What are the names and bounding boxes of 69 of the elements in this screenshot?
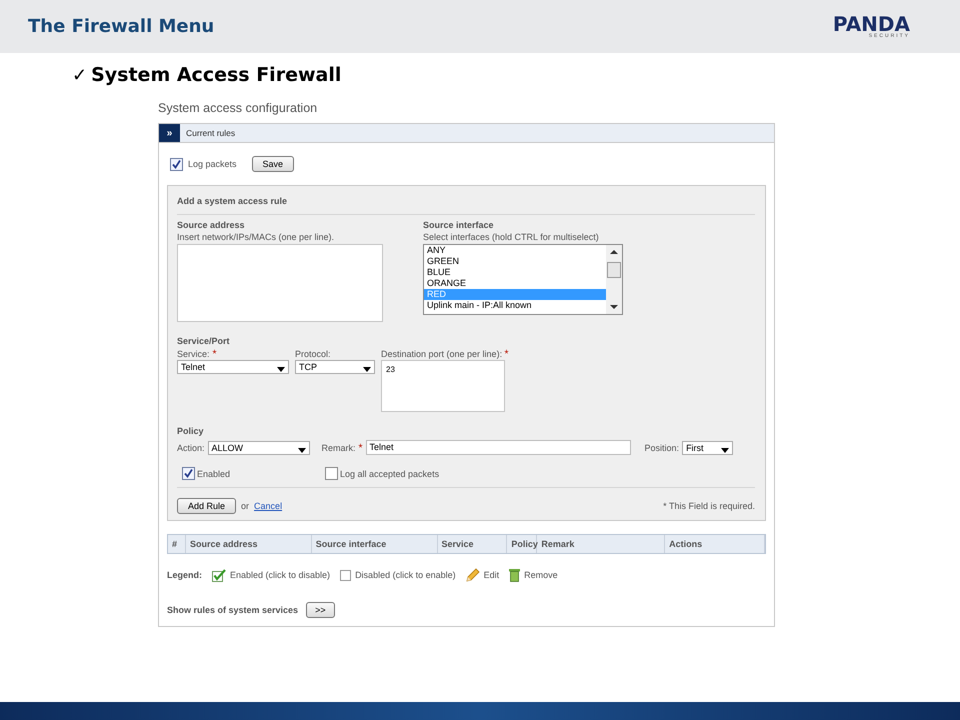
column-header: Service [438, 535, 508, 553]
save-button[interactable]: Save [252, 156, 294, 172]
legend-label: Legend: [167, 570, 202, 580]
checkbox-label: Enabled [197, 468, 230, 478]
scrollbar[interactable] [606, 245, 622, 314]
protocol-select[interactable]: TCP [295, 360, 375, 374]
empty-checkbox-icon [340, 570, 352, 580]
hint-text: Select interfaces (hold CTRL for multiselect) [423, 232, 600, 242]
caret-icon [363, 367, 371, 372]
list-option[interactable]: GREEN [424, 256, 606, 267]
required-note: * This Field is required. [663, 501, 755, 511]
trash-icon [509, 568, 520, 582]
checkbox-label: Log packets [188, 159, 237, 169]
section-heading: Policy [177, 426, 205, 436]
section-heading: Service/Port [177, 336, 231, 346]
section-heading: Source address [177, 220, 246, 230]
legend-text: Disabled (click to enable) [355, 570, 456, 580]
checkbox[interactable] [170, 158, 183, 170]
checkbox-label: Log all accepted packets [340, 468, 440, 478]
column-header: Source interface [312, 535, 438, 553]
remark-field[interactable]: Telnet [366, 440, 631, 455]
caret-icon [298, 448, 306, 452]
pencil-icon [466, 568, 480, 582]
panel-title: Current rules [186, 128, 236, 138]
column-header: Remark [537, 535, 666, 553]
field-label: Position: [644, 442, 680, 452]
hint-text: Insert network/IPs/MACs (one per line). [177, 232, 336, 242]
list-option[interactable]: ORANGE [424, 278, 606, 289]
toggle-button[interactable]: » [159, 124, 180, 142]
field-label: Destination port (one per line): [381, 349, 502, 359]
list-option[interactable]: BLUE [424, 267, 606, 278]
or-text: or [241, 501, 250, 511]
checkbox[interactable] [325, 467, 338, 480]
legend-text: Edit [484, 570, 500, 580]
system-services-label: Show rules of system services [167, 605, 298, 615]
field-label: Protocol: [295, 349, 331, 359]
interface-list[interactable]: ANY GREEN BLUE ORANGE RED Uplink main - IP:All known [423, 244, 623, 315]
destination-port-field[interactable]: 23 [381, 360, 505, 412]
service-select[interactable]: Telnet [177, 360, 289, 374]
required-icon [212, 349, 217, 354]
field-label: Service: [177, 349, 210, 359]
column-header: Policy [507, 535, 538, 553]
source-address-field[interactable] [177, 244, 383, 322]
column-header: Source address [186, 535, 312, 553]
add-rule-button[interactable]: Add Rule [177, 498, 236, 514]
slide-title: The Firewall Menu [28, 16, 214, 37]
position-select[interactable]: First [682, 440, 734, 454]
list-option[interactable]: Uplink main - IP:All known [424, 300, 606, 311]
check-mark: ✓ [72, 64, 88, 86]
checkbox[interactable] [182, 467, 195, 480]
field-label: Remark: [322, 442, 356, 452]
legend-text: Remove [524, 570, 558, 580]
section-heading: Source interface [423, 220, 495, 230]
field-label: Action: [177, 442, 205, 452]
show-rules-button[interactable]: >> [306, 602, 335, 618]
column-header: Actions [665, 535, 765, 553]
required-icon [504, 349, 510, 354]
list-option[interactable]: ANY [424, 245, 606, 256]
legend-text: Enabled (click to disable) [230, 570, 330, 580]
caret-icon [721, 448, 730, 452]
bullet-text: System Access Firewall [91, 64, 342, 86]
checkmark-icon [212, 568, 226, 582]
action-select[interactable]: ALLOW [208, 440, 310, 454]
column-header: # [168, 535, 186, 553]
required-icon [358, 442, 363, 448]
cancel-link[interactable]: Cancel [254, 501, 282, 511]
form-title: Add a system access rule [177, 196, 755, 215]
caret-icon [277, 367, 285, 372]
page-title: System access configuration [158, 101, 318, 115]
